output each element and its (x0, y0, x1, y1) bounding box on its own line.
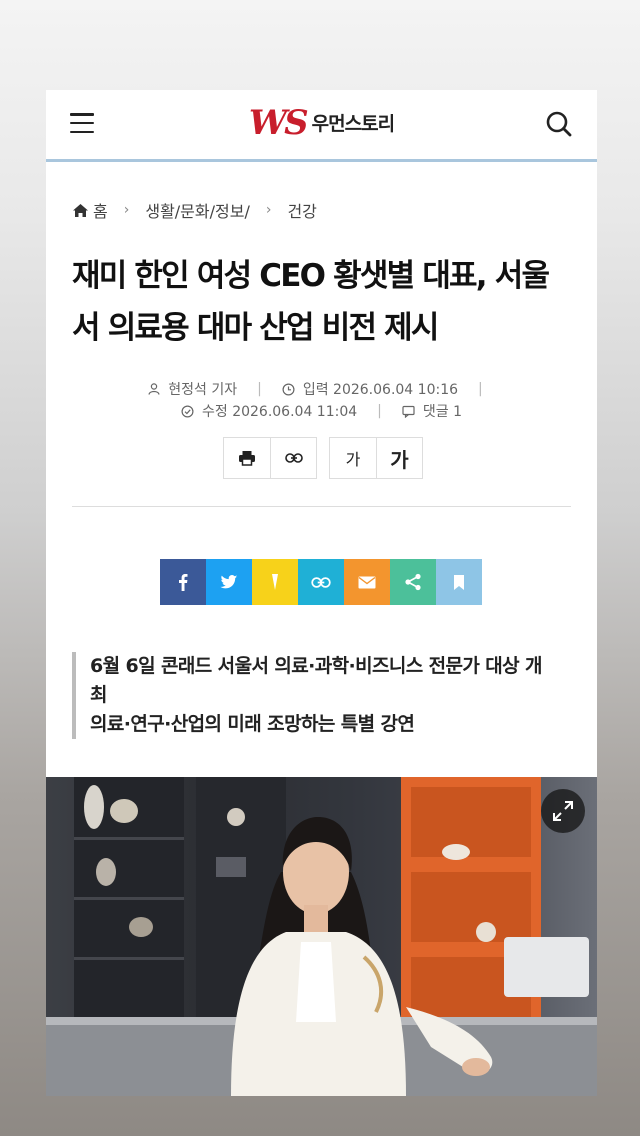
facebook-icon (179, 574, 188, 591)
share-bar (160, 559, 482, 605)
logo-mark: WS (248, 102, 309, 143)
article-title-line: 재미 한인 여성 CEO 황샛별 대표, 서울 (72, 258, 550, 294)
font-increase-button[interactable]: 가 (376, 438, 422, 478)
subtitle-line: 최 (90, 684, 107, 706)
bookmark-icon (454, 574, 464, 590)
breadcrumb-category[interactable]: 건강 (287, 198, 316, 222)
kakao-share-button[interactable] (252, 559, 298, 605)
bookmark-button[interactable] (436, 559, 482, 605)
article-tools: 가 가 (223, 437, 423, 479)
link-icon (284, 453, 303, 463)
logo-text: 우먼스토리 (311, 113, 395, 135)
check-icon (181, 404, 194, 418)
breadcrumb-section[interactable]: 생활/문화/정보/ (145, 198, 250, 222)
clock-icon (282, 382, 295, 396)
print-icon (239, 451, 255, 466)
site-logo[interactable]: WS 우먼스토리 (248, 102, 395, 143)
site-header: WS 우먼스토리 (46, 90, 597, 162)
facebook-share-button[interactable] (160, 559, 206, 605)
link-share-button[interactable] (298, 559, 344, 605)
comment-count[interactable]: 댓글 1 (423, 401, 462, 421)
share-button[interactable] (390, 559, 436, 605)
user-icon (148, 383, 160, 395)
expand-image-button[interactable] (541, 789, 585, 833)
modified-date: 수정 2026.06.04 11:04 (201, 404, 358, 420)
published-date: 입력 2026.06.04 10:16 (302, 382, 459, 398)
kakao-icon (272, 574, 278, 590)
chevron-right-icon: › (265, 202, 272, 218)
twitter-icon (220, 574, 238, 588)
chevron-right-icon: › (123, 202, 130, 218)
comment-icon (402, 405, 415, 418)
link-icon (311, 576, 331, 588)
expand-icon (553, 801, 573, 821)
photo-illustration (46, 777, 597, 1096)
share-icon (405, 573, 421, 591)
search-icon[interactable] (545, 110, 573, 138)
article-title-line: 서 의료용 대마 산업 비전 제시 (72, 310, 439, 346)
font-decrease-button[interactable]: 가 (330, 438, 376, 478)
meta-divider: | (257, 381, 262, 397)
twitter-share-button[interactable] (206, 559, 252, 605)
breadcrumb-home[interactable]: 홈 (93, 198, 108, 222)
article-title: 재미 한인 여성 CEO 황샛별 대표, 서울 서 의료용 대마 산업 비전 제… (72, 250, 572, 354)
article-photo[interactable] (46, 777, 597, 1096)
article-subtitle: 6월 6일 콘래드 서울서 의료·과학·비즈니스 전문가 대상 개 최 의료·연… (72, 652, 572, 739)
copy-link-button[interactable] (270, 438, 316, 478)
subtitle-line: 의료·연구·산업의 미래 조망하는 특별 강연 (90, 713, 415, 735)
meta-divider: | (478, 381, 483, 397)
breadcrumb: 홈 › 생활/문화/정보/ › 건강 (72, 198, 317, 222)
menu-icon[interactable] (70, 113, 94, 133)
meta-divider: | (377, 403, 382, 419)
email-share-button[interactable] (344, 559, 390, 605)
print-button[interactable] (224, 438, 270, 478)
home-icon (73, 203, 88, 217)
subtitle-line: 6월 6일 콘래드 서울서 의료·과학·비즈니스 전문가 대상 개 (90, 655, 543, 677)
author-name[interactable]: 현정석 기자 (168, 379, 237, 399)
article-card: WS 우먼스토리 홈 › 생활/문화/정보/ › 건강 재미 한인 여성 CEO… (46, 90, 597, 1096)
article-meta: 현정석 기자 | 입력 2026.06.04 10:16 | 수정 2026.0… (46, 378, 597, 422)
divider (72, 506, 571, 507)
email-icon (358, 576, 376, 588)
